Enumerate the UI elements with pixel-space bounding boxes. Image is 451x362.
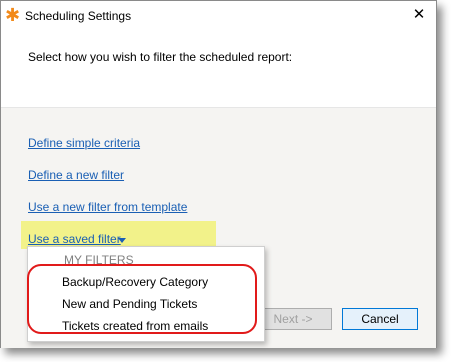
asterisk-icon: ✱ bbox=[5, 5, 21, 25]
define-new-filter-link[interactable]: Define a new filter bbox=[28, 168, 124, 182]
instruction-text: Select how you wish to filter the schedu… bbox=[28, 50, 293, 64]
define-simple-criteria-link[interactable]: Define simple criteria bbox=[28, 136, 140, 150]
close-icon[interactable]: ✕ bbox=[408, 5, 430, 25]
dropdown-item-tickets-from-emails[interactable]: Tickets created from emails bbox=[62, 319, 208, 333]
saved-filters-dropdown: MY FILTERS Backup/Recovery Category New … bbox=[27, 246, 265, 342]
next-button[interactable]: Next -> bbox=[254, 308, 332, 330]
use-saved-filter-link[interactable]: Use a saved filter bbox=[28, 232, 121, 246]
dropdown-header: MY FILTERS bbox=[64, 253, 134, 267]
dropdown-item-new-pending[interactable]: New and Pending Tickets bbox=[62, 297, 197, 311]
dropdown-item-backup-recovery[interactable]: Backup/Recovery Category bbox=[62, 275, 208, 289]
title-bar: ✱ Scheduling Settings ✕ bbox=[1, 1, 436, 31]
cancel-button[interactable]: Cancel bbox=[342, 308, 418, 330]
use-template-filter-link[interactable]: Use a new filter from template bbox=[28, 200, 187, 214]
header-panel: Select how you wish to filter the schedu… bbox=[1, 31, 436, 107]
window-title: Scheduling Settings bbox=[25, 9, 132, 23]
chevron-down-icon[interactable] bbox=[118, 238, 126, 243]
